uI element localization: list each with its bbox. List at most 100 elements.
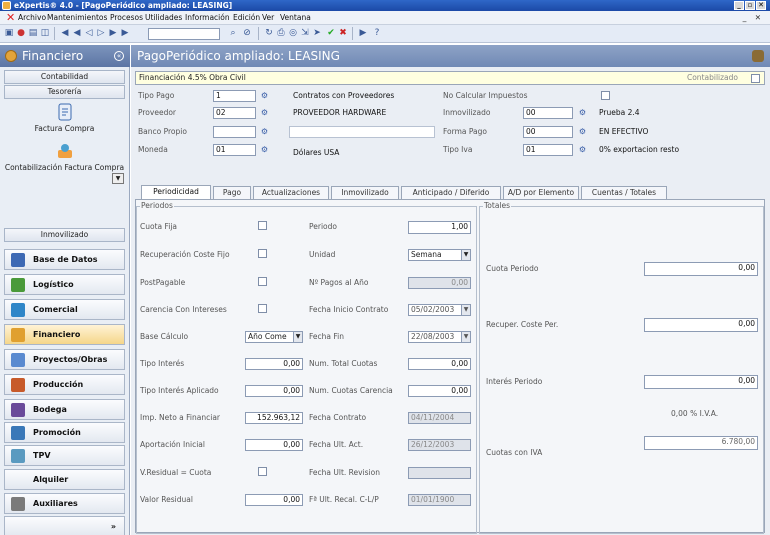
interes-periodo-input[interactable]: 0,00 — [644, 375, 758, 389]
close-button[interactable]: ✕ — [756, 1, 766, 10]
accept-icon[interactable]: ✔ — [326, 28, 336, 38]
tab-inmovilizado[interactable]: Inmovilizado — [331, 186, 399, 199]
run-icon[interactable]: ▶ — [358, 28, 368, 38]
nav-contab-factura-compra[interactable]: Contabilización Factura Compra — [4, 142, 125, 172]
record-search-input[interactable] — [148, 28, 220, 40]
print-icon[interactable]: ⎙ — [276, 28, 286, 38]
maximize-button[interactable]: ▫ — [745, 1, 755, 10]
recuperacion-coste-fijo-checkbox[interactable] — [258, 249, 267, 258]
no-calcular-impuestos-checkbox[interactable] — [601, 91, 610, 100]
fecha-inicio-picker[interactable]: 05/02/2003 ▼ — [408, 304, 471, 316]
num-total-cuotas-input[interactable]: 0,00 — [408, 358, 471, 370]
inmovilizado-lookup-icon[interactable]: ⚙ — [577, 107, 588, 118]
banco-propio-input[interactable] — [213, 126, 256, 138]
tab-periodicidad[interactable]: Periodicidad — [141, 185, 211, 199]
contabilizado-checkbox[interactable] — [751, 74, 760, 83]
menu-edicion[interactable]: Edición — [233, 11, 260, 25]
menu-procesos[interactable]: Procesos — [110, 11, 143, 25]
next-record-icon[interactable]: ▷ — [96, 28, 106, 38]
valor-residual-input[interactable]: 0,00 — [245, 494, 303, 506]
collapse-icon[interactable]: « — [114, 51, 124, 61]
cuota-fija-checkbox[interactable] — [258, 221, 267, 230]
forma-pago-input[interactable]: 00 — [523, 126, 573, 138]
aportacion-inicial-input[interactable]: 0,00 — [245, 439, 303, 451]
tipo-interes-aplicado-input[interactable]: 0,00 — [245, 385, 303, 397]
find-icon[interactable]: ⌕ — [228, 28, 238, 38]
nav-tesoreria[interactable]: Tesorería — [4, 85, 125, 99]
delete-icon[interactable]: ● — [16, 28, 26, 38]
fecha-fin-picker[interactable]: 22/08/2003 ▼ — [408, 331, 471, 343]
mdi-controls[interactable]: _ ✕ — [743, 11, 764, 25]
menu-informacion[interactable]: Información — [185, 11, 230, 25]
new-icon[interactable]: ▣ — [4, 28, 14, 38]
more-modules-button[interactable]: » — [4, 516, 125, 535]
menu-utilidades[interactable]: Utilidades — [145, 11, 182, 25]
action-icon[interactable]: ➤ — [312, 28, 322, 38]
first-record-icon[interactable]: ◀ — [60, 28, 70, 38]
tab-pago[interactable]: Pago — [213, 186, 251, 199]
cancel-icon[interactable]: ✖ — [338, 28, 348, 38]
proveedor-input[interactable]: 02 — [213, 107, 256, 119]
recuper-coste-input[interactable]: 0,00 — [644, 318, 758, 332]
imp-neto-input[interactable]: 152.963,12 — [245, 412, 303, 424]
carencia-checkbox[interactable] — [258, 304, 267, 313]
menu-archivo[interactable]: Archivo — [18, 11, 46, 25]
menu-ver[interactable]: Ver — [262, 11, 274, 25]
periodo-input[interactable]: 1,00 — [408, 221, 471, 234]
prev-record-icon[interactable]: ◁ — [84, 28, 94, 38]
module-produccion[interactable]: Producción — [4, 374, 125, 395]
module-tpv[interactable]: TPV — [4, 445, 125, 466]
form-menu-icon[interactable] — [752, 50, 764, 62]
tab-ad-por-elemento[interactable]: A/D por Elemento — [503, 186, 579, 199]
base-calculo-select[interactable]: Año Come ▼ — [245, 331, 303, 343]
postpagable-checkbox[interactable] — [258, 277, 267, 286]
tab-cuentas-totales[interactable]: Cuentas / Totales — [581, 186, 667, 199]
module-base-de-datos[interactable]: Base de Datos — [4, 249, 125, 270]
banco-propio-lookup-icon[interactable]: ⚙ — [259, 126, 270, 137]
tipo-pago-lookup-icon[interactable]: ⚙ — [259, 90, 270, 101]
minimize-button[interactable]: _ — [734, 1, 744, 10]
module-comercial[interactable]: Comercial — [4, 299, 125, 320]
module-auxiliares[interactable]: Auxiliares — [4, 493, 125, 514]
last-record-icon[interactable]: ▶ — [120, 28, 130, 38]
module-logistico[interactable]: Logístico — [4, 274, 125, 295]
refresh-icon[interactable]: ↻ — [264, 28, 274, 38]
help-icon[interactable]: ? — [372, 28, 382, 38]
nav-header[interactable]: Financiero « — [0, 45, 130, 67]
nav-contabilidad[interactable]: Contabilidad — [4, 70, 125, 84]
tipo-iva-lookup-icon[interactable]: ⚙ — [577, 144, 588, 155]
module-bodega[interactable]: Bodega — [4, 399, 125, 420]
menu-ventana[interactable]: Ventana — [280, 11, 311, 25]
proveedor-lookup-icon[interactable]: ⚙ — [259, 107, 270, 118]
module-financiero[interactable]: Financiero — [4, 324, 125, 345]
module-promocion[interactable]: Promoción — [4, 422, 125, 443]
nav-factura-compra[interactable]: Factura Compra — [4, 103, 125, 133]
unidad-select[interactable]: Semana ▼ — [408, 249, 471, 261]
cuotas-con-iva-input[interactable]: 6.780,00 — [644, 436, 758, 450]
save-icon[interactable]: ▤ — [28, 28, 38, 38]
vresidual-cuota-checkbox[interactable] — [258, 467, 267, 476]
module-proyectos-obras[interactable]: Proyectos/Obras — [4, 349, 125, 370]
description-field[interactable]: Financiación 4.5% Obra Civil Contabiliza… — [135, 71, 765, 85]
cuota-periodo-input[interactable]: 0,00 — [644, 262, 758, 276]
tipo-interes-input[interactable]: 0,00 — [245, 358, 303, 370]
tab-actualizaciones[interactable]: Actualizaciones — [253, 186, 329, 199]
prev-page-icon[interactable]: ◀ — [72, 28, 82, 38]
tipo-pago-input[interactable]: 1 — [213, 90, 256, 102]
forma-pago-lookup-icon[interactable]: ⚙ — [577, 126, 588, 137]
filter-icon[interactable]: ⊘ — [242, 28, 252, 38]
inmovilizado-input[interactable]: 00 — [523, 107, 573, 119]
tipo-iva-input[interactable]: 01 — [523, 144, 573, 156]
num-cuotas-carencia-input[interactable]: 0,00 — [408, 385, 471, 397]
next-page-icon[interactable]: ▶ — [108, 28, 118, 38]
export-icon[interactable]: ⇲ — [300, 28, 310, 38]
list-icon[interactable]: ◫ — [40, 28, 50, 38]
moneda-lookup-icon[interactable]: ⚙ — [259, 144, 270, 155]
moneda-input[interactable]: 01 — [213, 144, 256, 156]
tab-anticipado-diferido[interactable]: Anticipado / Diferido — [401, 186, 501, 199]
dropdown-arrow-icon[interactable]: ▼ — [112, 173, 124, 184]
module-alquiler[interactable]: Alquiler — [4, 469, 125, 490]
nav-inmovilizado[interactable]: Inmovilizado — [4, 228, 125, 242]
preview-icon[interactable]: ◎ — [288, 28, 298, 38]
menu-mantenimientos[interactable]: Mantenimientos — [47, 11, 107, 25]
